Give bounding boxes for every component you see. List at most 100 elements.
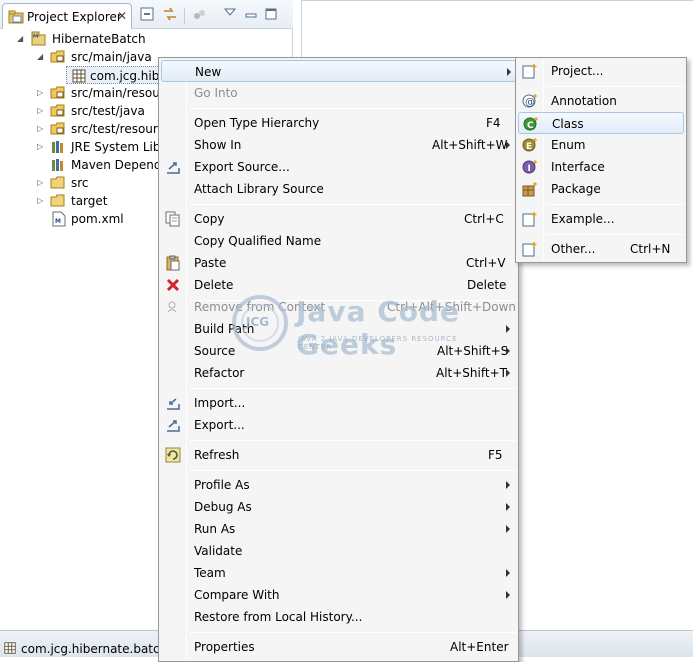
menu-item-label: Interface [551, 160, 605, 174]
submenu-item-annotation[interactable]: @ Annotation [518, 90, 684, 112]
menu-item-copy-qualified-name[interactable]: Copy Qualified Name [161, 230, 516, 252]
minimize-icon[interactable] [245, 9, 257, 23]
submenu-item-package[interactable]: Package [518, 178, 684, 200]
menu-item-profile-as[interactable]: Profile As [161, 474, 516, 496]
menu-item-compare-with[interactable]: Compare With [161, 584, 516, 606]
menu-item-properties[interactable]: Properties Alt+Enter [161, 636, 516, 658]
menu-separator [189, 204, 516, 205]
menu-item-validate[interactable]: Validate [161, 540, 516, 562]
menu-item-label: Paste [194, 256, 227, 270]
menu-item-shortcut: Ctrl+Alt+Shift+Down [387, 300, 517, 314]
menu-item-refresh[interactable]: Refresh F5 [161, 444, 516, 466]
menu-item-attach-library-source[interactable]: Attach Library Source [161, 178, 516, 200]
submenu-item-class[interactable]: C Class [518, 112, 684, 134]
new-package-icon [522, 181, 538, 204]
collapsed-twisty-icon[interactable]: ▷ [37, 192, 47, 210]
menu-item-remove-from-context[interactable]: Remove from Context Ctrl+Alt+Shift+Down [161, 296, 516, 318]
expanded-twisty-icon[interactable]: ◢ [17, 30, 27, 48]
menu-item-export-source[interactable]: Export Source... [161, 156, 516, 178]
menu-item-export[interactable]: Export... [161, 414, 516, 436]
export-icon [165, 417, 181, 440]
menu-item-label: Remove from Context [194, 300, 326, 314]
menu-item-label: Other... [551, 242, 596, 256]
menu-item-shortcut: Alt+Shift+S [437, 344, 509, 358]
tree-label: src/test/java [71, 104, 145, 118]
menu-separator [189, 108, 516, 109]
tree-label: target [71, 194, 108, 208]
link-with-editor-icon[interactable] [162, 7, 178, 24]
menu-item-go-into[interactable]: Go Into [161, 82, 516, 104]
menu-item-label: Profile As [194, 478, 250, 492]
collapsed-twisty-icon[interactable]: ▷ [37, 84, 47, 102]
tab-project-explorer[interactable]: Project Explorer ✕ [2, 3, 132, 29]
menu-item-paste[interactable]: Paste Ctrl+V [161, 252, 516, 274]
menu-item-label: Package [551, 182, 601, 196]
menu-item-label: Copy Qualified Name [194, 234, 322, 248]
project-explorer-icon [8, 10, 24, 27]
menu-item-build-path[interactable]: Build Path [161, 318, 516, 340]
submenu-item-project[interactable]: Project... [518, 60, 684, 82]
tree-item-project[interactable]: ◢ M HibernateBatch [0, 30, 290, 48]
submenu-item-interface[interactable]: I Interface [518, 156, 684, 178]
submenu-item-example[interactable]: Example... [518, 208, 684, 230]
menu-item-label: Run As [194, 522, 236, 536]
menu-item-show-in[interactable]: Show In Alt+Shift+W [161, 134, 516, 156]
menu-item-shortcut: Delete [467, 278, 507, 292]
menu-separator [189, 388, 516, 389]
menu-item-team[interactable]: Team [161, 562, 516, 584]
context-menu: New Go Into Open Type Hierarchy F4 Show … [158, 57, 519, 662]
menu-item-copy[interactable]: Copy Ctrl+C [161, 208, 516, 230]
tree-label: HibernateBatch [52, 32, 146, 46]
menu-item-refactor[interactable]: Refactor Alt+Shift+T [161, 362, 516, 384]
menu-separator [546, 204, 684, 205]
toolbar-separator [184, 8, 185, 24]
menu-item-restore-from-local-history[interactable]: Restore from Local History... [161, 606, 516, 628]
submenu-arrow-icon [506, 369, 510, 377]
submenu-item-enum[interactable]: E Enum [518, 134, 684, 156]
svg-text:E: E [526, 142, 532, 152]
menu-item-new[interactable]: New [161, 60, 516, 82]
tree-item-package-selected[interactable]: com.jcg.hibe [66, 66, 167, 84]
submenu-arrow-icon [506, 481, 510, 489]
tree-label: src [71, 176, 89, 190]
submenu-item-other[interactable]: Other... Ctrl+N [518, 238, 684, 260]
tree-label: Maven Depende [71, 158, 169, 172]
menu-item-label: Refactor [194, 366, 245, 380]
menu-item-label: Delete [194, 278, 234, 292]
submenu-arrow-icon [506, 525, 510, 533]
submenu-arrow-icon [506, 141, 510, 149]
close-icon[interactable]: ✕ [117, 9, 127, 23]
menu-item-delete[interactable]: Delete Delete [161, 274, 516, 296]
expanded-twisty-icon[interactable]: ◢ [37, 48, 47, 66]
menu-item-label: Open Type Hierarchy [194, 116, 320, 130]
menu-item-label: Enum [551, 138, 586, 152]
menu-item-run-as[interactable]: Run As [161, 518, 516, 540]
submenu-arrow-icon [506, 325, 510, 333]
new-submenu: Project... @ Annotation C Class E Enum I… [515, 57, 687, 263]
menu-item-shortcut: Ctrl+N [630, 242, 671, 256]
new-example-icon [522, 211, 538, 234]
submenu-arrow-icon [506, 503, 510, 511]
tree-label: src/test/resource [71, 122, 172, 136]
filters-icon[interactable] [193, 7, 207, 24]
menu-item-import[interactable]: Import... [161, 392, 516, 414]
menu-item-label: Annotation [551, 94, 617, 108]
collapsed-twisty-icon[interactable]: ▷ [37, 120, 47, 138]
menu-item-debug-as[interactable]: Debug As [161, 496, 516, 518]
menu-item-label: Debug As [194, 500, 252, 514]
submenu-arrow-icon [507, 68, 511, 76]
menu-item-label: Copy [194, 212, 225, 226]
menu-separator [189, 470, 516, 471]
menu-item-shortcut: Alt+Enter [450, 640, 509, 654]
xml-file-icon: M [52, 211, 66, 232]
new-project-icon [522, 63, 538, 86]
collapsed-twisty-icon[interactable]: ▷ [37, 138, 47, 156]
menu-item-open-type-hierarchy[interactable]: Open Type Hierarchy F4 [161, 112, 516, 134]
collapse-all-icon[interactable] [140, 7, 154, 24]
view-menu-icon[interactable] [223, 6, 237, 20]
maximize-icon[interactable] [265, 8, 277, 23]
refresh-icon [165, 447, 181, 470]
collapsed-twisty-icon[interactable]: ▷ [37, 174, 47, 192]
menu-item-source[interactable]: Source Alt+Shift+S [161, 340, 516, 362]
collapsed-twisty-icon[interactable]: ▷ [37, 102, 47, 120]
